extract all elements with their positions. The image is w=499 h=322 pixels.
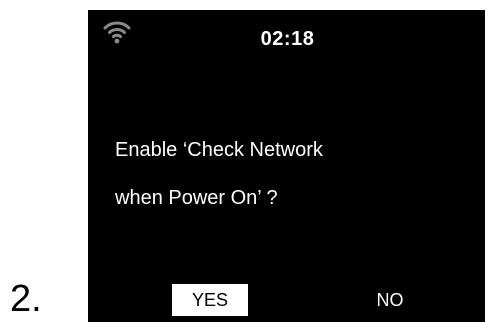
- yes-button[interactable]: YES: [172, 284, 248, 316]
- message-line-1: Enable ‘Check Network: [115, 139, 323, 161]
- step-number: 2.: [10, 278, 42, 320]
- confirm-message: Enable ‘Check Network when Power On’ ?: [115, 136, 475, 212]
- device-screen: 02:18 Enable ‘Check Network when Power O…: [88, 10, 485, 322]
- clock-time: 02:18: [260, 28, 315, 50]
- message-line-2: when Power On’ ?: [115, 187, 278, 209]
- no-button[interactable]: NO: [365, 284, 415, 316]
